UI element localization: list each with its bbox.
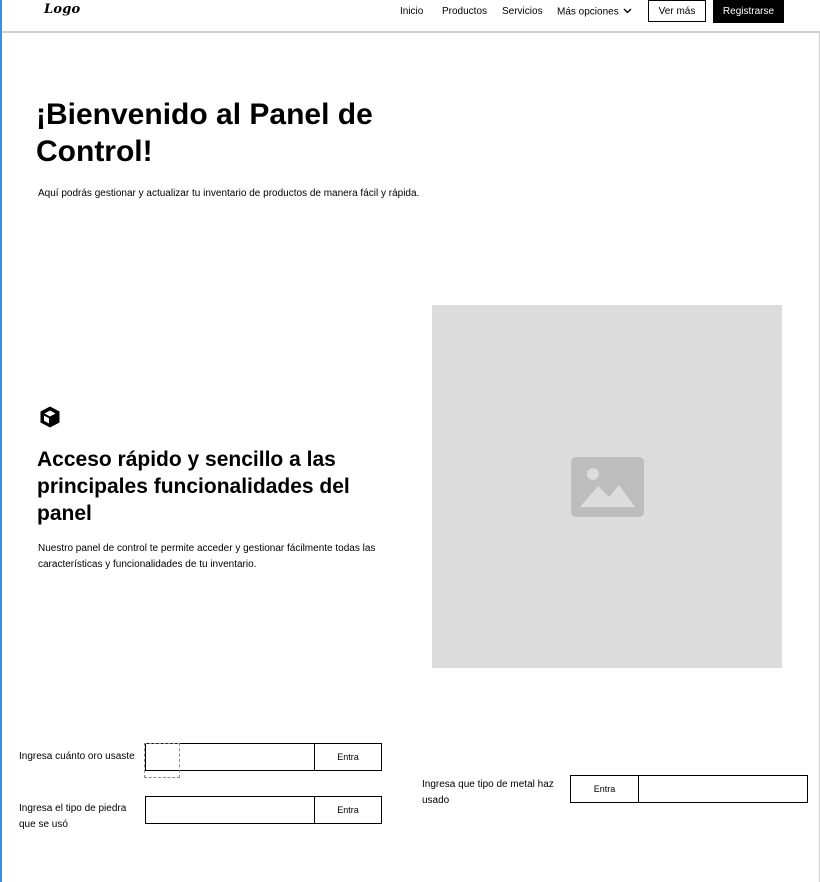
ver-mas-button[interactable]: Ver más	[648, 0, 706, 22]
metal-field: Entra	[570, 775, 808, 803]
stone-field: Entra	[145, 796, 382, 824]
feature-description: Nuestro panel de control te permite acce…	[38, 543, 376, 570]
stone-label: Ingresa el tipo de piedra que se usó	[19, 803, 127, 830]
logo[interactable]: Logo	[44, 2, 80, 17]
gold-field: Entra	[145, 743, 382, 771]
nav-more-options[interactable]: Más opciones	[557, 6, 632, 19]
metal-input[interactable]	[639, 776, 807, 802]
nav-more-label: Más opciones	[557, 6, 619, 18]
metal-label: Ingresa que tipo de metal haz usado	[422, 779, 554, 806]
nav-link-servicios[interactable]: Servicios	[502, 6, 543, 18]
registrarse-button[interactable]: Registrarse	[713, 0, 784, 23]
chevron-down-icon	[623, 6, 632, 18]
image-placeholder	[432, 305, 782, 668]
gold-label: Ingresa cuánto oro usaste	[19, 751, 135, 762]
feature-title: Acceso rápido y sencillo a las principal…	[37, 448, 350, 525]
nav-link-productos[interactable]: Productos	[442, 6, 487, 18]
gold-submit-button[interactable]: Entra	[314, 744, 381, 770]
metal-submit-button[interactable]: Entra	[571, 776, 639, 802]
cube-icon	[38, 405, 62, 429]
stone-submit-button[interactable]: Entra	[314, 797, 381, 823]
gold-input[interactable]	[146, 744, 314, 770]
nav-link-inicio[interactable]: Inicio	[400, 6, 423, 18]
left-edge-rule	[0, 0, 2, 882]
stone-input[interactable]	[146, 797, 314, 823]
navbar: Logo Inicio Productos Servicios Más opci…	[2, 0, 820, 33]
image-placeholder-icon	[571, 457, 644, 517]
hero-title: ¡Bienvenido al Panel de Control!	[36, 98, 373, 168]
hero-subtitle: Aquí podrás gestionar y actualizar tu in…	[38, 188, 420, 199]
